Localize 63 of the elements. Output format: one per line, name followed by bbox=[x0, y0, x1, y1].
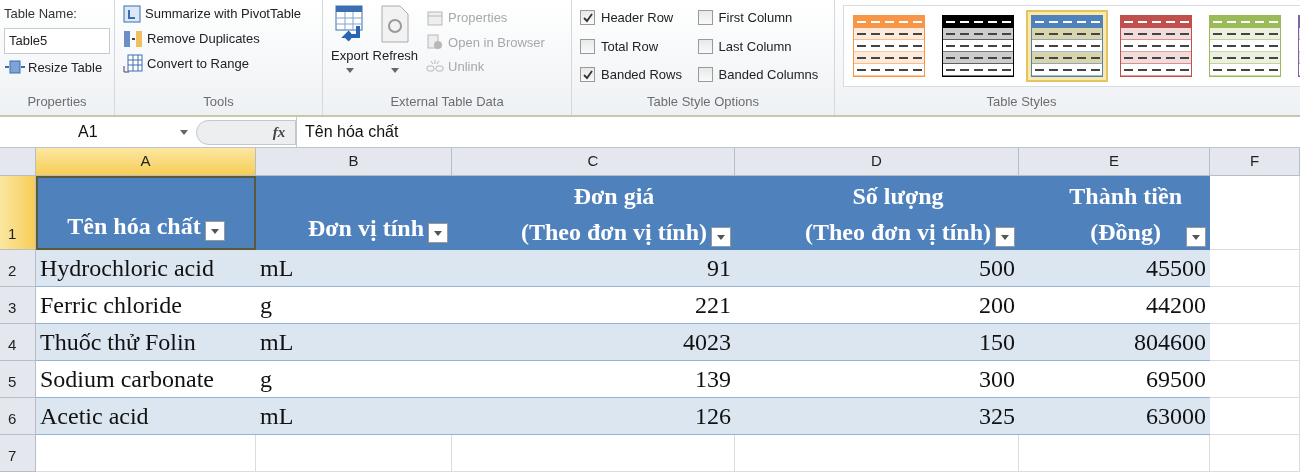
group-label: Table Styles bbox=[985, 92, 1058, 111]
header-text: Thành tiền bbox=[1069, 182, 1182, 211]
table-cell: Thuốc thử Folin bbox=[36, 324, 256, 361]
header-text: Tên hóa chất bbox=[67, 212, 201, 241]
table-cell: 150 bbox=[735, 324, 1019, 361]
table-cell: 91 bbox=[452, 250, 735, 287]
table-cell: 500 bbox=[735, 250, 1019, 287]
table-cell: 126 bbox=[452, 398, 735, 435]
field-label: Table Name: bbox=[4, 5, 78, 23]
table-cell: 325 bbox=[735, 398, 1019, 435]
row-number[interactable]: 3 bbox=[0, 287, 36, 324]
row-number[interactable]: 4 bbox=[0, 324, 36, 361]
column-header[interactable]: C bbox=[452, 148, 735, 176]
column-header[interactable]: E bbox=[1019, 148, 1210, 176]
checkbox-label: First Column bbox=[718, 9, 793, 27]
header-text: (Đồng) bbox=[1090, 218, 1161, 247]
insert-function-button[interactable]: fx bbox=[272, 120, 286, 144]
header-text: (Theo đơn vị tính) bbox=[805, 218, 991, 247]
column-header[interactable]: F bbox=[1210, 148, 1300, 176]
table-cell: mL bbox=[256, 324, 452, 361]
header-text: Đơn vị tính bbox=[308, 214, 424, 243]
table-cell: mL bbox=[256, 398, 452, 435]
group-label: Properties bbox=[26, 92, 88, 111]
ribbon-button[interactable]: Convert to Range bbox=[123, 53, 314, 74]
group-label: Tools bbox=[202, 92, 235, 111]
ribbon-button[interactable]: Summarize with PivotTable bbox=[123, 4, 314, 24]
resize-table-button[interactable]: Resize Table bbox=[4, 57, 110, 77]
column-header[interactable]: B bbox=[256, 148, 452, 176]
row-number[interactable]: 7 bbox=[0, 435, 36, 472]
column-header[interactable]: D bbox=[735, 148, 1019, 176]
checkbox-label: Banded Rows bbox=[601, 66, 682, 84]
table-header-cell[interactable]: Đơn giá (Theo đơn vị tính) bbox=[452, 176, 735, 250]
table-cell: mL bbox=[256, 250, 452, 287]
header-text: Đơn giá bbox=[573, 182, 655, 211]
table-cell: 4023 bbox=[452, 324, 735, 361]
column-header[interactable]: A bbox=[36, 148, 256, 176]
checkbox-label: Last Column bbox=[718, 37, 792, 56]
table-header-cell[interactable]: Đơn vị tính bbox=[256, 176, 452, 250]
row-number[interactable]: 6 bbox=[0, 398, 36, 435]
row-number[interactable]: 1 bbox=[0, 176, 36, 250]
table-header-cell[interactable]: Thành tiền (Đồng) bbox=[1019, 176, 1210, 250]
ribbon-button[interactable]: Remove Duplicates bbox=[123, 28, 314, 49]
checkbox-label: Total Row bbox=[601, 37, 659, 56]
name-box[interactable]: A1 bbox=[0, 117, 196, 147]
header-text: Số lượng bbox=[852, 182, 944, 211]
header-text: (Theo đơn vị tính) bbox=[521, 218, 707, 247]
table-cell: 45500 bbox=[1019, 250, 1210, 287]
table-header-cell[interactable]: Tên hóa chất bbox=[36, 176, 256, 250]
table-cell: Acetic acid bbox=[36, 398, 256, 435]
table-cell: 804600 bbox=[1019, 324, 1210, 361]
group-label: Table Style Options bbox=[646, 92, 760, 111]
row-number[interactable]: 5 bbox=[0, 361, 36, 398]
row-number[interactable]: 2 bbox=[0, 250, 36, 287]
table-name-field[interactable]: Table5 bbox=[4, 27, 110, 54]
ribbon-large-button[interactable]: Export bbox=[331, 4, 369, 77]
table-cell: Hydrochloric acid bbox=[36, 250, 256, 287]
table-header-cell[interactable]: Số lượng (Theo đơn vị tính) bbox=[735, 176, 1019, 250]
formula-field[interactable]: Tên hóa chất bbox=[296, 117, 1300, 147]
table-cell: 63000 bbox=[1019, 398, 1210, 435]
checkbox-label: Header Row bbox=[601, 9, 674, 27]
ribbon-large-button[interactable]: Refresh bbox=[372, 4, 419, 77]
group-label: External Table Data bbox=[389, 92, 505, 111]
checkbox-label: Banded Columns bbox=[718, 66, 819, 84]
